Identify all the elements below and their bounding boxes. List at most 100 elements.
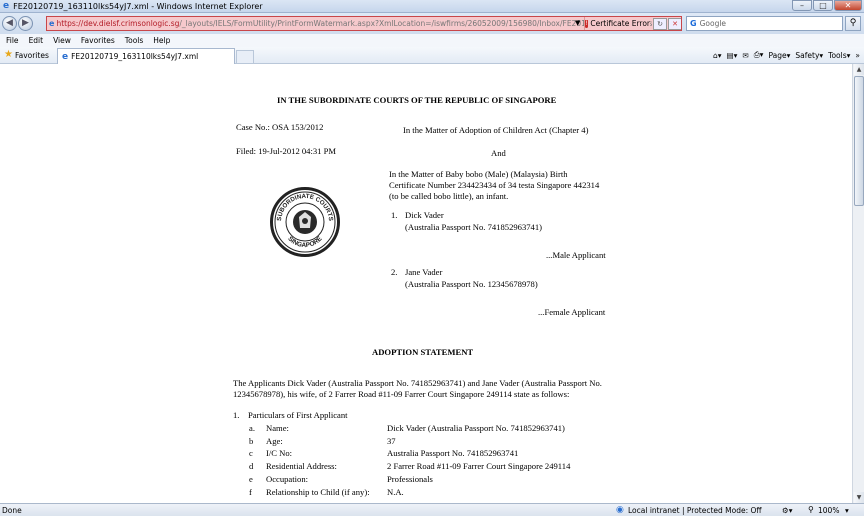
print-icon[interactable]: ⎙▾ xyxy=(754,50,764,60)
particular-letter: a. xyxy=(249,423,255,433)
search-placeholder: Google xyxy=(699,19,727,28)
close-button[interactable]: ✕ xyxy=(834,0,862,11)
url-host: https://dev.dielsf.crimsonlogic.sg xyxy=(56,19,180,28)
back-arrow-icon: ◀ xyxy=(6,18,13,28)
ie-icon: e xyxy=(3,1,10,11)
document-view: IN THE SUBORDINATE COURTS OF THE REPUBLI… xyxy=(0,64,852,503)
zoom-icon: ⚲ xyxy=(808,505,814,514)
menu-edit[interactable]: Edit xyxy=(29,36,44,45)
dropdown-icon[interactable]: ▼ xyxy=(575,19,580,27)
applicant1-passport: (Australia Passport No. 741852963741) xyxy=(405,222,543,232)
intro-line-2: 12345678978), his wife, of 2 Farrer Road… xyxy=(233,389,570,399)
court-title: IN THE SUBORDINATE COURTS OF THE REPUBLI… xyxy=(277,95,557,105)
scroll-up-icon[interactable]: ▲ xyxy=(854,64,864,75)
back-button[interactable]: ◀ xyxy=(2,16,17,31)
matter-act: In the Matter of Adoption of Children Ac… xyxy=(403,125,589,135)
applicant1-number: 1. xyxy=(391,210,398,220)
particular-label: Relationship to Child (if any): xyxy=(266,487,370,497)
scroll-thumb[interactable] xyxy=(854,76,864,206)
google-icon: G xyxy=(690,19,697,28)
search-input[interactable]: G Google xyxy=(686,16,843,31)
menu-help[interactable]: Help xyxy=(153,36,170,45)
intro-line-1: The Applicants Dick Vader (Australia Pas… xyxy=(233,378,602,388)
menu-bar: File Edit View Favorites Tools Help xyxy=(0,34,864,47)
particular-label: Age: xyxy=(266,436,283,446)
particular-letter: f xyxy=(249,487,252,497)
minimize-button[interactable]: – xyxy=(792,0,812,11)
particular-letter: d xyxy=(249,461,254,471)
zoom-dropdown-icon[interactable]: ▾ xyxy=(845,506,849,515)
applicant1-name: Dick Vader xyxy=(405,210,444,220)
page-icon: e xyxy=(49,19,55,28)
refresh-button[interactable]: ↻ xyxy=(653,18,667,30)
feeds-icon[interactable]: ▤▾ xyxy=(727,51,738,60)
new-tab-button[interactable] xyxy=(236,50,254,63)
star-icon: ★ xyxy=(4,49,13,60)
favorites-label: Favorites xyxy=(14,50,49,60)
search-button[interactable]: ⚲ xyxy=(845,16,861,31)
tools-menu[interactable]: Tools▾ xyxy=(828,51,850,60)
particular-label: Name: xyxy=(266,423,289,433)
male-applicant-label: ...Male Applicant xyxy=(546,250,606,260)
menu-favorites[interactable]: Favorites xyxy=(81,36,115,45)
favorites-bar: ★ Favorites e FE20120719_163110lks54yJ7.… xyxy=(0,47,864,64)
tab-current[interactable]: e FE20120719_163110lks54yJ7.xml xyxy=(57,48,235,64)
baby-line-3: (to be called bobo little), an infant. xyxy=(389,191,509,201)
particular-label: Residential Address: xyxy=(266,461,337,471)
zone-text[interactable]: Local intranet | Protected Mode: Off xyxy=(628,506,762,515)
page-menu[interactable]: Page▾ xyxy=(768,51,790,60)
globe-icon: ◉ xyxy=(616,505,624,515)
applicant2-passport: (Australia Passport No. 12345678978) xyxy=(405,279,538,289)
status-text: Done xyxy=(2,506,22,515)
filed-date: Filed: 19-Jul-2012 04:31 PM xyxy=(236,146,337,156)
address-input[interactable]: e https://dev.dielsf.crimsonlogic.sg /_l… xyxy=(46,16,682,31)
zoom-level[interactable]: 100% xyxy=(818,506,839,515)
applicant2-name: Jane Vader xyxy=(405,267,443,277)
overflow-icon[interactable]: » xyxy=(855,51,860,60)
particular-letter: b xyxy=(249,436,254,446)
applicant2-number: 2. xyxy=(391,267,398,277)
menu-tools[interactable]: Tools xyxy=(125,36,143,45)
window-title: FE20120719_163110lks54yJ7.xml - Windows … xyxy=(13,1,263,11)
seal-graphic: SUBORDINATE COURTS SINGAPORE xyxy=(271,188,339,256)
particular-value: Australia Passport No. 741852963741 xyxy=(387,448,519,458)
particular-value: Professionals xyxy=(387,474,433,484)
forward-button[interactable]: ▶ xyxy=(18,16,33,31)
certificate-error-label: Certificate Error xyxy=(590,19,650,28)
particular-label: Occupation: xyxy=(266,474,308,484)
female-applicant-label: ...Female Applicant xyxy=(538,307,606,317)
baby-line-1: In the Matter of Baby bobo (Male) (Malay… xyxy=(389,169,568,179)
forward-arrow-icon: ▶ xyxy=(22,18,29,28)
safety-menu[interactable]: Safety▾ xyxy=(795,51,823,60)
particular-value: 2 Farrer Road #11-09 Farrer Court Singap… xyxy=(387,461,571,471)
safety-menu-label: Safety xyxy=(795,50,820,60)
maximize-button[interactable]: □ xyxy=(813,0,833,11)
status-bar: Done ◉ Local intranet | Protected Mode: … xyxy=(0,503,864,516)
home-icon[interactable]: ⌂▾ xyxy=(713,51,722,60)
vertical-scrollbar[interactable]: ▲ ▼ xyxy=(852,64,864,503)
tab-title: FE20120719_163110lks54yJ7.xml xyxy=(71,52,199,61)
window-controls: – □ ✕ xyxy=(792,0,862,11)
statement-heading: ADOPTION STATEMENT xyxy=(372,347,474,357)
menu-file[interactable]: File xyxy=(6,36,19,45)
section1-number: 1. xyxy=(233,410,240,420)
tools-menu-label: Tools xyxy=(828,50,847,60)
tab-page-icon: e xyxy=(62,51,69,62)
favorites-button[interactable]: ★ Favorites xyxy=(4,50,49,60)
mail-icon[interactable]: ✉ xyxy=(742,51,748,60)
particular-value: 37 xyxy=(387,436,396,446)
stop-button[interactable]: ✕ xyxy=(668,18,681,30)
case-number: Case No.: OSA 153/2012 xyxy=(236,122,324,132)
shield-icon: ! xyxy=(585,19,589,28)
particular-letter: e xyxy=(249,474,253,484)
security-icon[interactable]: ⚙▾ xyxy=(782,506,793,515)
scroll-down-icon[interactable]: ▼ xyxy=(854,492,864,503)
section1-title: Particulars of First Applicant xyxy=(248,410,348,420)
menu-view[interactable]: View xyxy=(53,36,71,45)
certificate-error-button[interactable]: ! Certificate Error xyxy=(584,17,650,30)
court-seal: SUBORDINATE COURTS SINGAPORE xyxy=(270,187,340,257)
particular-value: Dick Vader (Australia Passport No. 74185… xyxy=(387,423,565,433)
search-icon: ⚲ xyxy=(849,18,857,28)
title-bar: e FE20120719_163110lks54yJ7.xml - Window… xyxy=(0,0,864,13)
seal-bottom-text: SINGAPORE xyxy=(286,235,324,249)
